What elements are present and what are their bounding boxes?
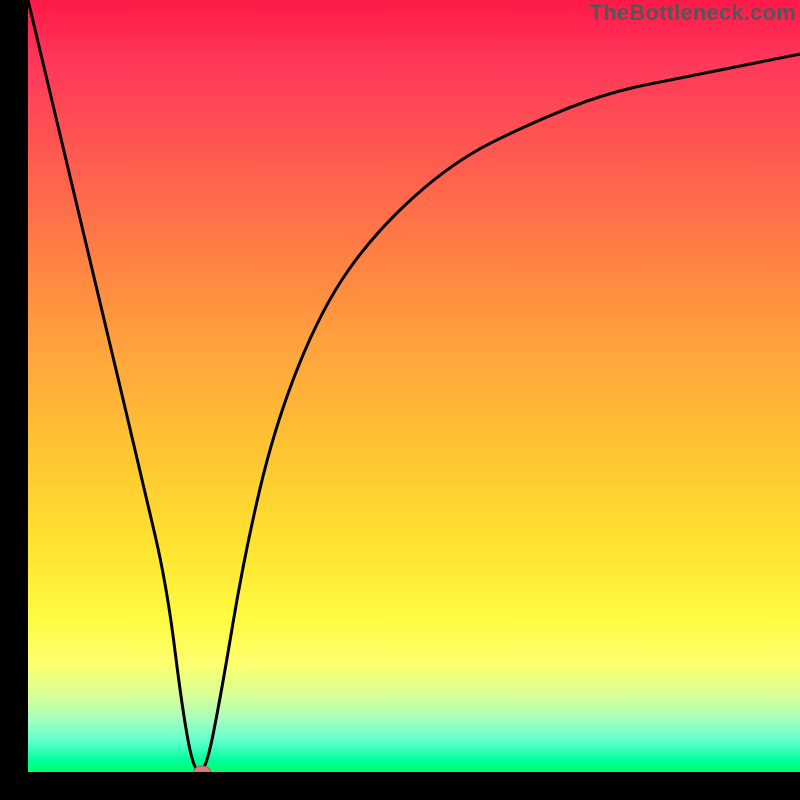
optimal-point-marker (193, 766, 211, 773)
plot-area: TheBottleneck.com (28, 0, 800, 772)
chart-container: TheBottleneck.com (0, 0, 800, 800)
curve-svg (28, 0, 800, 772)
bottleneck-curve (28, 0, 800, 772)
